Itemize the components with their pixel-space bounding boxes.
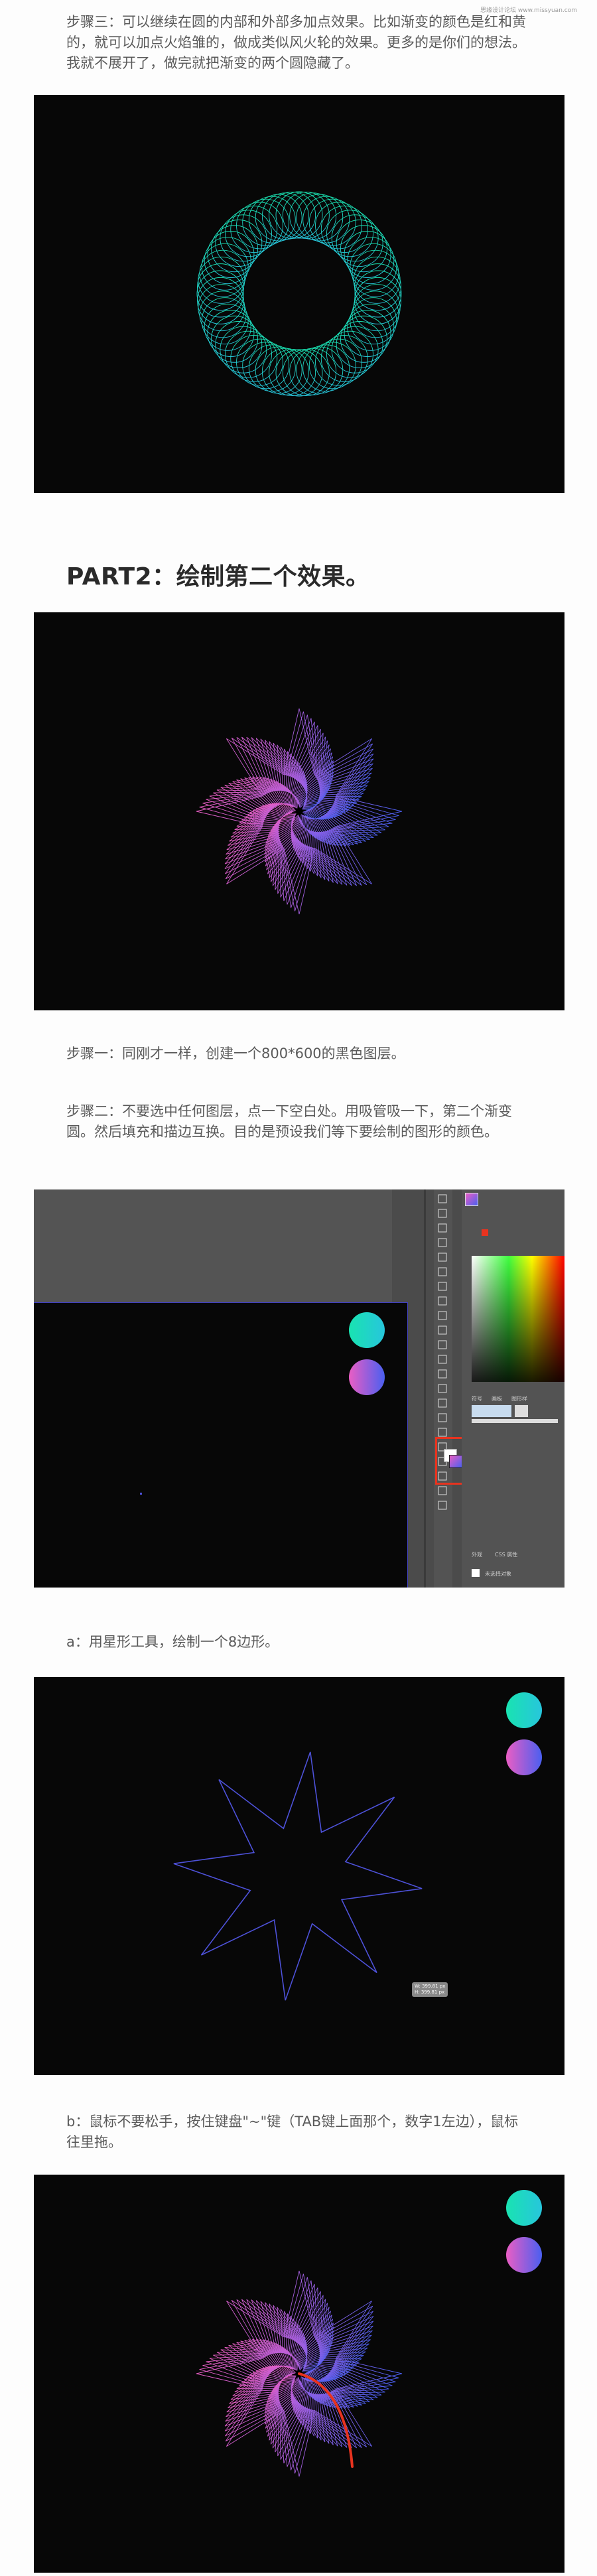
step-a-paragraph: a：用星形工具，绘制一个8边形。 — [66, 1634, 279, 1650]
no-selection-label: 未选择对象 — [485, 1571, 511, 1577]
ring-loop — [236, 338, 283, 386]
ring-loop — [220, 214, 267, 262]
ring-pattern — [196, 191, 402, 397]
tooltip-height: H: 399.81 px — [415, 1990, 445, 1995]
ring-loop — [331, 214, 379, 262]
panel-divider — [424, 1189, 426, 1588]
purple-gradient-circle — [506, 2237, 542, 2273]
tool-icon — [438, 1282, 447, 1291]
size-tooltip: W: 399.81 px H: 399.81 px — [412, 1982, 448, 1997]
selection-indicator — [472, 1569, 480, 1577]
artboard[interactable] — [34, 1302, 408, 1588]
slider-track[interactable] — [472, 1419, 558, 1423]
ring-loop — [331, 326, 379, 373]
ring-loop — [315, 202, 362, 249]
color-spectrum[interactable] — [472, 1256, 564, 1382]
tool-icon — [438, 1223, 447, 1233]
panel-tab-symbols[interactable]: 符号 — [472, 1395, 482, 1402]
dropdown-button[interactable] — [515, 1405, 528, 1417]
cursor-point — [140, 1493, 142, 1495]
tool-icon — [438, 1267, 447, 1276]
part2-heading: PART2：绘制第二个效果。 — [66, 563, 370, 590]
ring-loop — [220, 326, 267, 373]
star-flower-image — [34, 612, 564, 1010]
teal-gradient-circle — [506, 2190, 542, 2226]
swatch-bar[interactable] — [472, 1405, 511, 1417]
tool-icon — [438, 1209, 447, 1218]
dragging-flower-image — [34, 2175, 564, 2573]
ring-loop — [207, 310, 255, 357]
teal-gradient-circle — [506, 1692, 542, 1728]
tool-icon — [438, 1325, 447, 1335]
tool-icon — [438, 1398, 447, 1408]
ring-loop — [207, 231, 255, 278]
ring-loop — [315, 338, 362, 386]
purple-gradient-circle — [506, 1739, 542, 1775]
tools-panel — [434, 1189, 452, 1588]
ring-loop — [230, 206, 278, 253]
tool-icon — [438, 1413, 447, 1422]
step1-paragraph: 步骤一：同刚才一样，创建一个800*600的黑色图层。 — [66, 1046, 405, 1061]
panel-tab-graphic-styles[interactable]: 图形样 — [511, 1395, 527, 1402]
ring-loop — [344, 310, 391, 357]
star-flower — [196, 708, 403, 915]
tool-icon — [438, 1311, 447, 1320]
ring-loop — [211, 315, 258, 363]
teal-gradient-circle[interactable] — [349, 1312, 385, 1348]
tooltip-width: W: 399.81 px — [415, 1984, 446, 1989]
ring-loop — [320, 335, 368, 382]
tool-icon — [438, 1384, 447, 1393]
ring-spirograph-image — [34, 95, 564, 493]
layers-tab-css[interactable]: CSS 属性 — [495, 1551, 517, 1558]
tool-icon — [438, 1501, 447, 1510]
tool-icon — [438, 1340, 447, 1349]
right-panels: 符号 画板 图形样 外观 CSS 属性 未选择对象 — [462, 1189, 564, 1588]
tool-icon — [438, 1486, 447, 1495]
eight-point-star — [173, 1751, 423, 2001]
tool-icon — [438, 1238, 447, 1247]
tool-icons — [438, 1194, 447, 1510]
eight-point-star-image: W: 399.81 px H: 399.81 px — [34, 1677, 564, 2075]
color-chip[interactable] — [482, 1229, 488, 1236]
ring-loop — [340, 225, 387, 273]
ring-loop — [236, 202, 283, 249]
step-b-paragraph: b：鼠标不要松手，按住键盘"~"键（TAB键上面那个，数字1左边），鼠标往里拖。 — [66, 2114, 519, 2150]
tool-icon — [438, 1194, 447, 1203]
panel-tab-artboards[interactable]: 画板 — [492, 1395, 502, 1402]
layers-tab-appearance[interactable]: 外观 — [472, 1551, 482, 1558]
ring-loop — [344, 231, 391, 278]
step3-paragraph: 步骤三：可以继续在圆的内部和外部多加点效果。比如渐变的颜色是红和黄的，就可以加点… — [66, 14, 526, 71]
illustrator-screenshot: 符号 画板 图形样 外观 CSS 属性 未选择对象 — [34, 1189, 564, 1588]
tool-icon — [438, 1253, 447, 1262]
color-preview[interactable] — [465, 1193, 478, 1206]
tool-icon — [438, 1428, 447, 1437]
tool-icon — [438, 1355, 447, 1364]
tool-icon — [438, 1369, 447, 1379]
stroke-swatch[interactable] — [449, 1455, 462, 1468]
step2-paragraph: 步骤二：不要选中任何图层，点一下空白处。用吸管吸一下，第二个渐变圆。然后填充和描… — [66, 1103, 512, 1140]
tool-icon — [438, 1296, 447, 1306]
purple-gradient-circle[interactable] — [349, 1359, 385, 1395]
